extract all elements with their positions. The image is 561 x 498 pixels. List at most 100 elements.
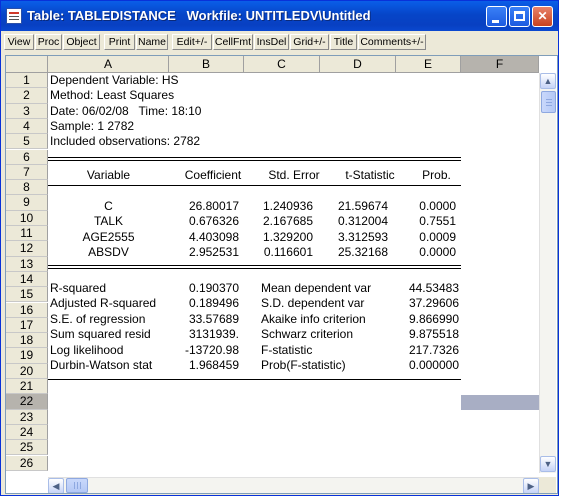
row-header[interactable]: 16	[6, 302, 48, 318]
vertical-scrollbar[interactable]: ▲ ▼	[539, 73, 556, 473]
edit-toggle-button[interactable]: Edit+/-	[172, 34, 212, 50]
row-header[interactable]: 18	[6, 333, 48, 349]
title-bar[interactable]: Table: TABLEDISTANCE Workfile: UNTITLEDV…	[1, 1, 558, 31]
column-header-b[interactable]: B	[169, 56, 244, 73]
cell-stat-value[interactable]: 33.57689	[169, 312, 239, 327]
cell-variable[interactable]: AGE2555	[48, 230, 169, 245]
row-header[interactable]: 6	[6, 149, 48, 165]
row-header[interactable]: 21	[6, 379, 48, 395]
row-header[interactable]: 23	[6, 409, 48, 425]
cell-std-error[interactable]: 1.329200	[244, 230, 313, 245]
minimize-button[interactable]	[486, 6, 507, 27]
row-header[interactable]: 5	[6, 134, 48, 150]
cell-stat-label[interactable]: R-squared	[50, 281, 175, 296]
horizontal-scrollbar[interactable]: ◀ ▶	[48, 477, 539, 493]
comments-toggle-button[interactable]: Comments+/-	[358, 34, 426, 50]
cell-stat-value-2[interactable]: 37.29606	[396, 296, 459, 311]
spreadsheet-grid[interactable]: A B C D E F 1 2 3 4 5 6 7 8 9 10 11 12 1…	[5, 55, 558, 494]
maximize-button[interactable]	[509, 6, 530, 27]
scroll-right-button[interactable]: ▶	[523, 478, 539, 493]
cell-stat-value-2[interactable]: 9.875518	[396, 327, 459, 342]
cell-t-statistic[interactable]: 25.32168	[320, 245, 388, 260]
row-header[interactable]: 17	[6, 317, 48, 334]
cell-coefficient[interactable]: 26.80017	[169, 199, 239, 214]
close-button[interactable]: ✕	[532, 6, 553, 27]
cell-t-statistic[interactable]: 0.312004	[320, 214, 388, 229]
row-header[interactable]: 7	[6, 164, 48, 181]
row-header[interactable]: 26	[6, 455, 48, 471]
row-header[interactable]: 8	[6, 180, 48, 196]
cell-stat-label[interactable]: Sum squared resid	[50, 327, 175, 342]
row-header[interactable]: 13	[6, 256, 48, 272]
row-header[interactable]: 9	[6, 195, 48, 211]
cell-prob[interactable]: 0.0000	[396, 199, 456, 214]
row-header[interactable]: 3	[6, 103, 48, 119]
cell-stat-label[interactable]: Durbin-Watson stat	[50, 358, 175, 373]
cell-stat-value[interactable]: 0.190370	[169, 281, 239, 296]
horizontal-scroll-thumb[interactable]	[66, 478, 88, 493]
cell-stat-value-2[interactable]: 0.000000	[396, 358, 459, 373]
row-header[interactable]: 12	[6, 241, 48, 257]
name-button[interactable]: Name	[136, 34, 168, 50]
cell-stat-label-2[interactable]: Prob(F-statistic)	[261, 358, 396, 373]
row-header[interactable]: 22	[6, 394, 48, 410]
vertical-scroll-thumb[interactable]	[541, 91, 556, 113]
grid-toggle-button[interactable]: Grid+/-	[290, 34, 329, 50]
cell-coefficient[interactable]: 0.676326	[169, 214, 239, 229]
cell-t-statistic[interactable]: 21.59674	[320, 199, 388, 214]
cell-stat-value[interactable]: 0.189496	[169, 296, 239, 311]
proc-button[interactable]: Proc	[35, 34, 62, 50]
cell-std-error[interactable]: 2.167685	[244, 214, 313, 229]
title-button[interactable]: Title	[330, 34, 357, 50]
cell-stat-value[interactable]: 1.968459	[169, 358, 239, 373]
header-prob[interactable]: Prob.	[404, 168, 469, 183]
cell-variable[interactable]: C	[48, 199, 169, 214]
cell-stat-value[interactable]: -13720.98	[169, 343, 239, 358]
header-variable[interactable]: Variable	[48, 168, 169, 183]
selected-cell[interactable]	[461, 394, 539, 410]
cell-stat-label[interactable]: Adjusted R-squared	[50, 296, 175, 311]
cell-stat-label-2[interactable]: Akaike info criterion	[261, 312, 396, 327]
column-header-e[interactable]: E	[396, 56, 461, 73]
insdel-button[interactable]: InsDel	[254, 34, 289, 50]
cell-stat-value-2[interactable]: 217.7326	[396, 343, 459, 358]
row-header[interactable]: 14	[6, 271, 48, 288]
scroll-down-button[interactable]: ▼	[540, 456, 556, 472]
cell-stat-value-2[interactable]: 9.866990	[396, 312, 459, 327]
cell-stat-label-2[interactable]: Schwarz criterion	[261, 327, 396, 342]
row-header[interactable]: 2	[6, 88, 48, 104]
cell-coefficient[interactable]: 2.952531	[169, 245, 239, 260]
column-header-d[interactable]: D	[320, 56, 396, 73]
cell-variable[interactable]: TALK	[48, 214, 169, 229]
row-header[interactable]: 11	[6, 226, 48, 242]
row-header[interactable]: 4	[6, 118, 48, 135]
row-header[interactable]: 1	[6, 73, 48, 89]
cell-dependent-variable[interactable]: Dependent Variable: HS	[50, 73, 450, 88]
scroll-up-button[interactable]: ▲	[540, 73, 556, 89]
cell-prob[interactable]: 0.7551	[396, 214, 456, 229]
row-header[interactable]: 15	[6, 287, 48, 303]
object-button[interactable]: Object	[63, 34, 100, 50]
cell-stat-value[interactable]: 3131939.	[169, 327, 239, 342]
column-header-a[interactable]: A	[48, 56, 169, 73]
cell-variable[interactable]: ABSDV	[48, 245, 169, 260]
row-header[interactable]: 10	[6, 210, 48, 226]
cell-prob[interactable]: 0.0009	[396, 230, 456, 245]
cell-t-statistic[interactable]: 3.312593	[320, 230, 388, 245]
cell-stat-label[interactable]: S.E. of regression	[50, 312, 175, 327]
cell-stat-label[interactable]: Log likelihood	[50, 343, 175, 358]
row-header[interactable]: 19	[6, 348, 48, 364]
row-header[interactable]: 25	[6, 440, 48, 456]
corner-header[interactable]	[6, 56, 48, 73]
cell-stat-label-2[interactable]: Mean dependent var	[261, 281, 396, 296]
row-header[interactable]: 20	[6, 363, 48, 379]
cell-date-time[interactable]: Date: 06/02/08 Time: 18:10	[50, 104, 450, 119]
column-header-f[interactable]: F	[461, 56, 539, 73]
header-t-statistic[interactable]: t-Statistic	[332, 168, 408, 183]
cell-std-error[interactable]: 0.116601	[244, 245, 313, 260]
cell-sample[interactable]: Sample: 1 2782	[50, 119, 450, 134]
cell-included-observations[interactable]: Included observations: 2782	[50, 134, 450, 149]
cell-method[interactable]: Method: Least Squares	[50, 88, 450, 103]
cell-coefficient[interactable]: 4.403098	[169, 230, 239, 245]
cell-std-error[interactable]: 1.240936	[244, 199, 313, 214]
